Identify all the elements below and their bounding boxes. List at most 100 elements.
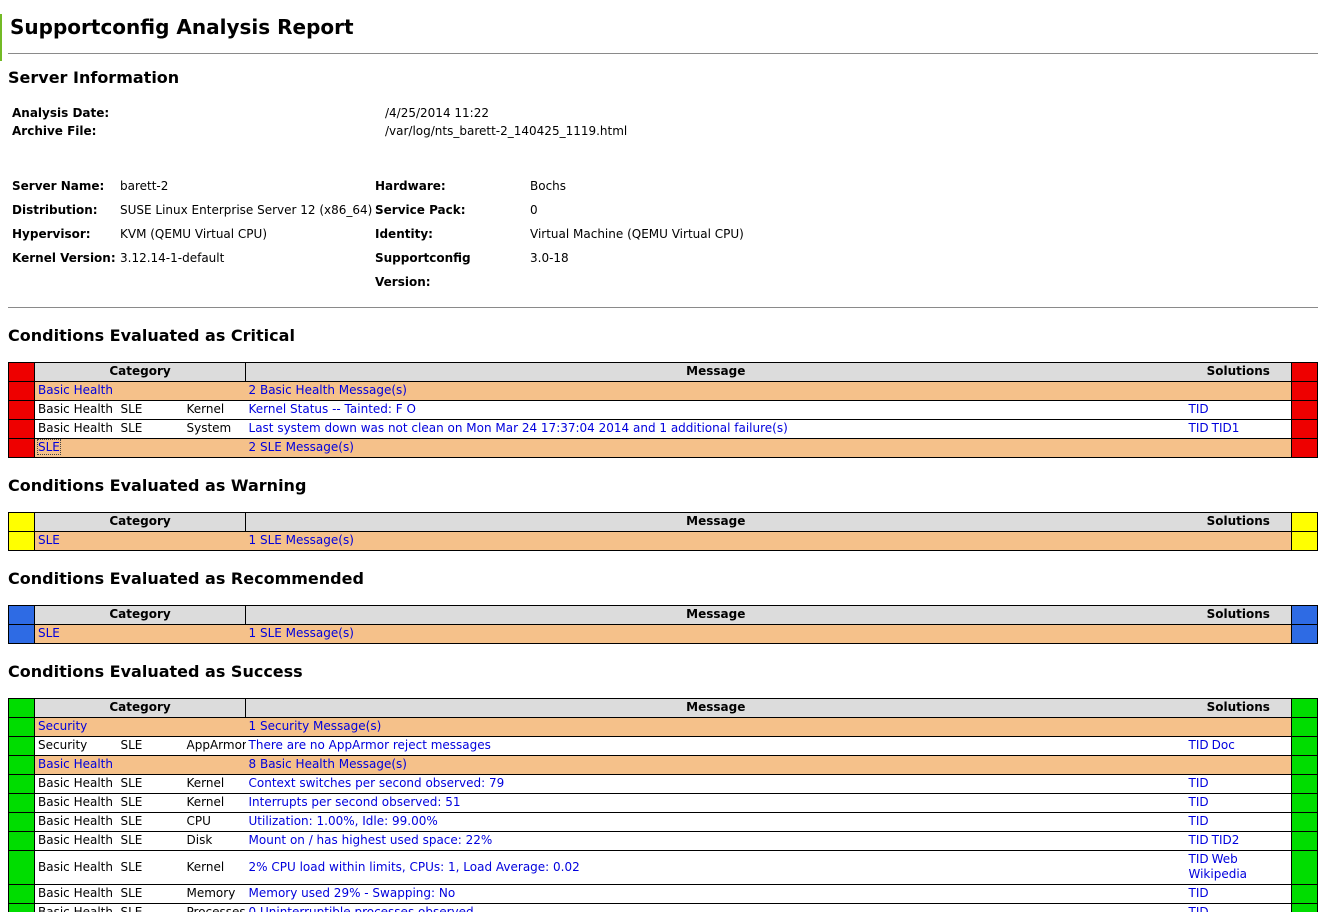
severity-band (9, 699, 35, 718)
solution-link[interactable]: TID (1189, 814, 1209, 829)
server-info-value: 3.12.14-1-default (120, 246, 375, 294)
conditions-table-warning: CategoryMessageSolutionsSLE 1 SLE Message… (8, 512, 1318, 551)
table-header-row: CategoryMessageSolutions (9, 513, 1318, 532)
solution-link[interactable]: Wikipedia (1189, 867, 1248, 882)
server-info-value: Virtual Machine (QEMU Virtual CPU) (530, 222, 1318, 246)
server-info-value: Bochs (530, 174, 1318, 198)
column-header-solutions: Solutions (1186, 363, 1292, 382)
table-row: Basic HealthSLEKernel2% CPU load within … (9, 851, 1318, 885)
conditions-table-critical: CategoryMessageSolutionsBasic Health2 Ba… (8, 362, 1318, 458)
severity-band (9, 382, 35, 401)
message-link[interactable]: Last system down was not clean on Mon Ma… (249, 421, 788, 435)
category-cell: Basic Health (35, 420, 118, 439)
table-row: Basic HealthSLEKernelInterrupts per seco… (9, 794, 1318, 813)
message-cell: 1 SLE Message(s) (246, 625, 1186, 644)
severity-band (1292, 718, 1318, 737)
server-info-detail-row: Kernel Version:3.12.14-1-defaultSupportc… (12, 246, 1318, 294)
table-header-row: CategoryMessageSolutions (9, 606, 1318, 625)
solutions-cell (1186, 718, 1292, 737)
category-group-link[interactable]: SLE (38, 440, 60, 454)
category-cell: Basic Health (35, 904, 118, 912)
message-link[interactable]: Mount on / has highest used space: 22% (249, 833, 493, 847)
server-info-detail-row: Distribution:SUSE Linux Enterprise Serve… (12, 198, 1318, 222)
message-count-link[interactable]: 1 Security Message(s) (249, 719, 382, 733)
message-cell: 1 SLE Message(s) (246, 532, 1186, 551)
severity-band (9, 625, 35, 644)
severity-band (1292, 363, 1318, 382)
severity-band (1292, 625, 1318, 644)
server-info-label: Hardware: (375, 174, 530, 198)
category-group-link[interactable]: Basic Health (38, 757, 113, 771)
message-link[interactable]: 0 Uninterruptible processes observed (249, 905, 474, 912)
solution-link[interactable]: TID (1189, 886, 1209, 901)
message-link[interactable]: Memory used 29% - Swapping: No (249, 886, 456, 900)
solution-link[interactable]: TID (1189, 905, 1209, 912)
category-cell: Memory (184, 885, 246, 904)
severity-band (1292, 794, 1318, 813)
message-link[interactable]: 2% CPU load within limits, CPUs: 1, Load… (249, 860, 580, 874)
category-cell: Basic Health (35, 756, 246, 775)
message-count-link[interactable]: 2 Basic Health Message(s) (249, 383, 407, 397)
solutions-cell (1186, 532, 1292, 551)
category-cell: Kernel (184, 775, 246, 794)
table-row: Basic HealthSLESystemLast system down wa… (9, 420, 1318, 439)
message-count-link[interactable]: 2 SLE Message(s) (249, 440, 354, 454)
message-cell: Kernel Status -- Tainted: F O (246, 401, 1186, 420)
category-cell: SLE (35, 625, 246, 644)
severity-band (1292, 851, 1318, 885)
severity-band (1292, 904, 1318, 912)
server-info-label: Distribution: (12, 198, 120, 222)
table-row: Basic HealthSLEDiskMount on / has highes… (9, 832, 1318, 851)
solution-link[interactable]: TID2 (1212, 833, 1240, 848)
category-group-link[interactable]: SLE (38, 533, 60, 547)
server-info-value: 3.0-18 (530, 246, 1318, 294)
message-cell: 2% CPU load within limits, CPUs: 1, Load… (246, 851, 1186, 885)
message-link[interactable]: Kernel Status -- Tainted: F O (249, 402, 416, 416)
message-link[interactable]: Interrupts per second observed: 51 (249, 795, 461, 809)
server-info-heading: Server Information (8, 68, 1318, 88)
server-info-meta: Analysis Date:/4/25/2014 11:22Archive Fi… (12, 104, 1318, 140)
server-info-value: /4/25/2014 11:22 (385, 104, 1318, 122)
category-group-link[interactable]: SLE (38, 626, 60, 640)
category-group-link[interactable]: Security (38, 719, 87, 733)
solution-link[interactable]: TID (1189, 421, 1209, 436)
category-cell: Disk (184, 832, 246, 851)
solutions-cell (1186, 382, 1292, 401)
message-count-link[interactable]: 1 SLE Message(s) (249, 626, 354, 640)
solution-link[interactable]: TID (1189, 738, 1209, 753)
solution-link[interactable]: TID (1189, 402, 1209, 417)
server-info-value: SUSE Linux Enterprise Server 12 (x86_64) (120, 198, 375, 222)
solution-link[interactable]: TID (1189, 795, 1209, 810)
table-header-row: CategoryMessageSolutions (9, 699, 1318, 718)
solution-link[interactable]: TID (1189, 852, 1209, 867)
message-cell: 2 Basic Health Message(s) (246, 382, 1186, 401)
conditions-sections: Conditions Evaluated as CriticalCategory… (8, 326, 1318, 912)
table-header-row: CategoryMessageSolutions (9, 363, 1318, 382)
severity-band (1292, 513, 1318, 532)
severity-band (1292, 532, 1318, 551)
message-count-link[interactable]: 1 SLE Message(s) (249, 533, 354, 547)
solution-link[interactable]: TID1 (1212, 421, 1240, 436)
solutions-cell: TID (1186, 775, 1292, 794)
severity-band (9, 718, 35, 737)
solution-link[interactable]: TID (1189, 833, 1209, 848)
solutions-cell: TID (1186, 904, 1292, 912)
solution-link[interactable]: TID (1189, 776, 1209, 791)
table-row: SLE 1 SLE Message(s) (9, 532, 1318, 551)
message-link[interactable]: Context switches per second observed: 79 (249, 776, 505, 790)
solution-link[interactable]: Doc (1212, 738, 1235, 753)
message-count-link[interactable]: 8 Basic Health Message(s) (249, 757, 407, 771)
category-cell: Basic Health (35, 832, 118, 851)
section-heading-recommended: Conditions Evaluated as Recommended (8, 569, 1318, 589)
server-info-label: Kernel Version: (12, 246, 120, 294)
category-group-link[interactable]: Basic Health (38, 383, 113, 397)
table-row: Basic HealthSLECPUUtilization: 1.00%, Id… (9, 813, 1318, 832)
server-info-value: /var/log/nts_barett-2_140425_1119.html (385, 122, 1318, 140)
solution-link[interactable]: Web (1212, 852, 1238, 867)
message-link[interactable]: Utilization: 1.00%, Idle: 99.00% (249, 814, 438, 828)
category-cell: SLE (118, 904, 184, 912)
category-cell: Basic Health (35, 813, 118, 832)
message-link[interactable]: There are no AppArmor reject messages (249, 738, 491, 752)
category-cell: Basic Health (35, 885, 118, 904)
column-header-message: Message (246, 363, 1186, 382)
